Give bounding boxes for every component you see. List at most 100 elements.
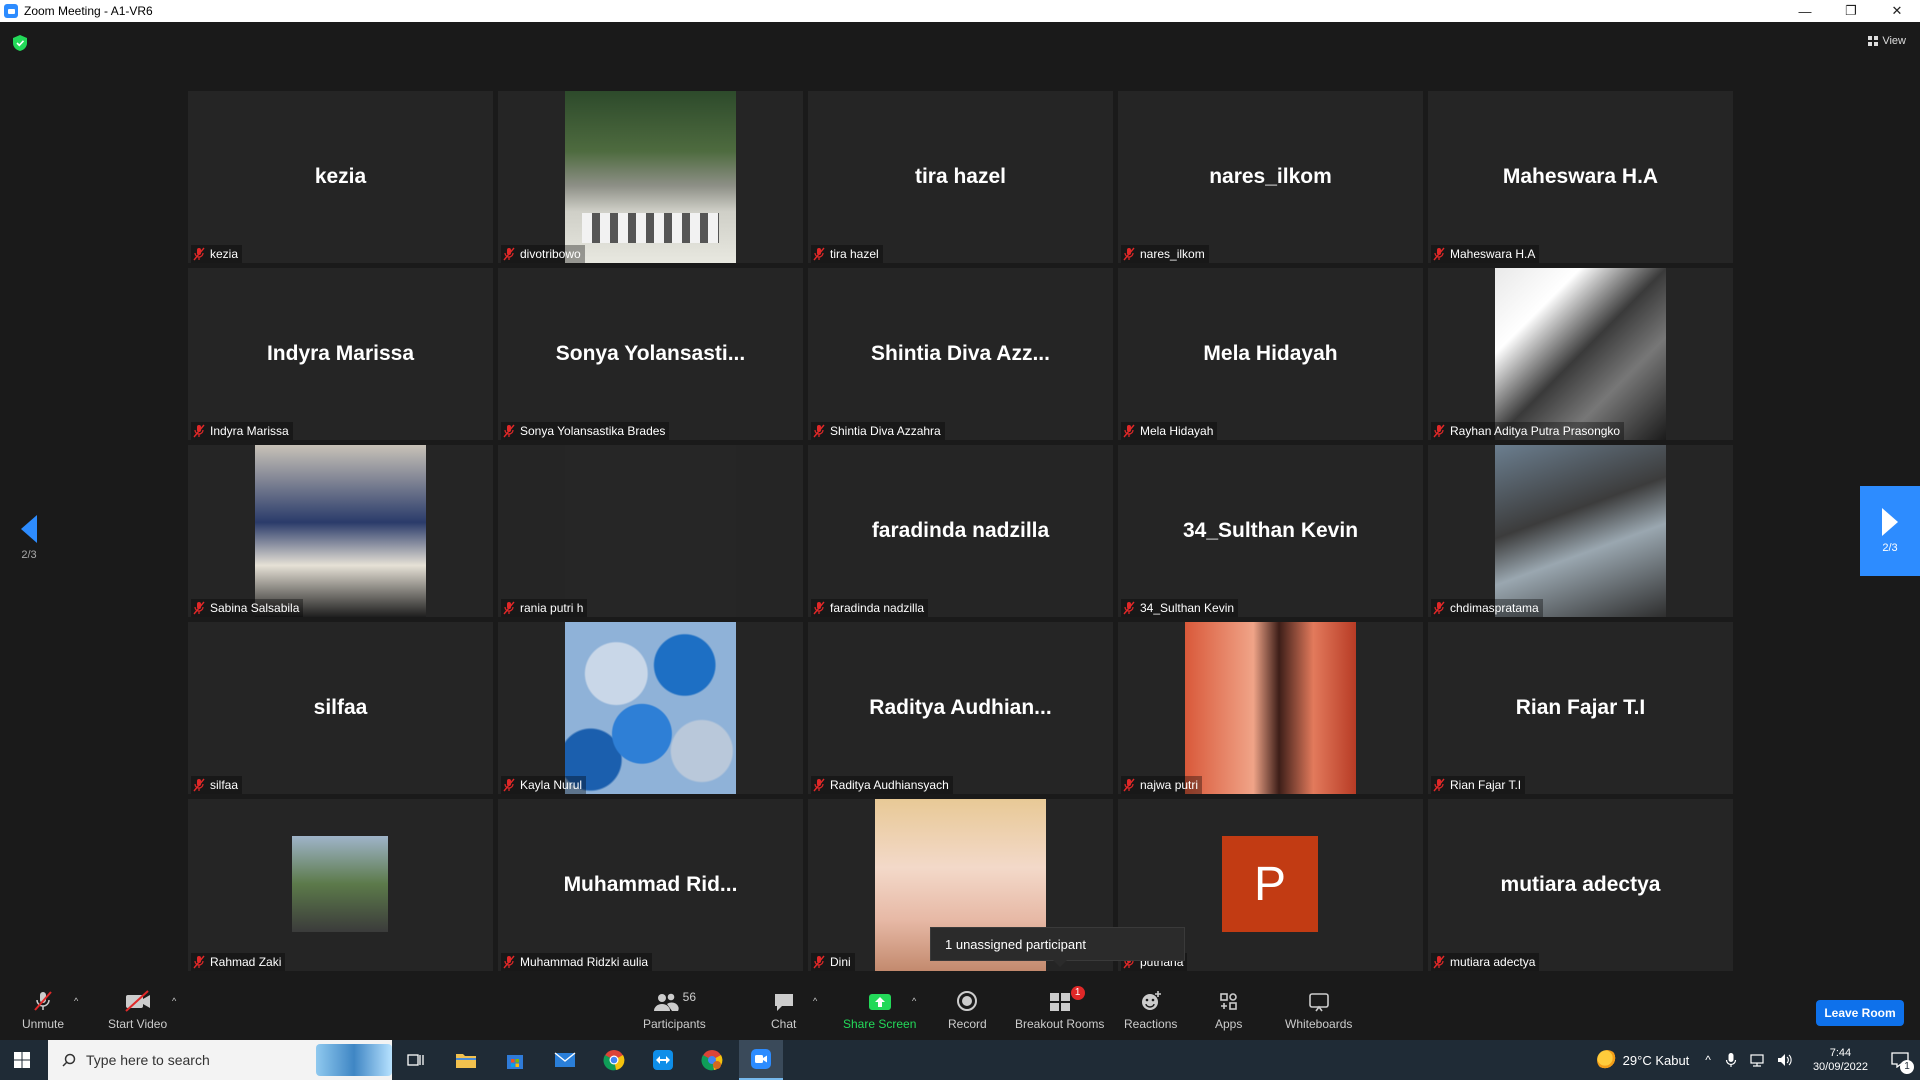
chat-options-caret[interactable]: ^ bbox=[813, 996, 817, 1006]
participant-tile[interactable]: nares_ilkom nares_ilkom bbox=[1118, 91, 1423, 263]
close-button[interactable]: ✕ bbox=[1874, 0, 1920, 22]
weather-text[interactable]: 29°C Kabut bbox=[1623, 1053, 1690, 1068]
participant-name: Sabina Salsabila bbox=[210, 601, 300, 615]
window-titlebar: Zoom Meeting - A1-VR6 — ❐ ✕ bbox=[0, 0, 1920, 22]
whiteboards-button[interactable]: Whiteboards bbox=[1285, 990, 1352, 1031]
reactions-label: Reactions bbox=[1124, 1017, 1178, 1031]
participant-tile[interactable]: Maheswara H.A Maheswara H.A bbox=[1428, 91, 1733, 263]
participant-video bbox=[255, 445, 426, 617]
file-explorer-icon[interactable] bbox=[444, 1040, 488, 1080]
participant-tile[interactable]: kezia kezia bbox=[188, 91, 493, 263]
mail-icon[interactable] bbox=[543, 1040, 587, 1080]
weather-icon[interactable] bbox=[1596, 1050, 1617, 1070]
view-button-label: View bbox=[1882, 35, 1906, 47]
participant-tile[interactable]: Sonya Yolansasti... Sonya Yolansastika Br… bbox=[498, 268, 803, 440]
chrome-icon[interactable] bbox=[592, 1040, 636, 1080]
participant-name-label: Raditya Audhiansyach bbox=[811, 776, 953, 794]
audio-options-caret[interactable]: ^ bbox=[74, 996, 78, 1006]
participant-tile[interactable]: Kayla Nurul bbox=[498, 622, 803, 794]
muted-mic-icon bbox=[503, 247, 515, 261]
teamviewer-icon[interactable] bbox=[641, 1040, 685, 1080]
participant-tile[interactable]: chdimaspratama bbox=[1428, 445, 1733, 617]
participant-tile[interactable]: najwa putri bbox=[1118, 622, 1423, 794]
muted-mic-icon bbox=[193, 955, 205, 969]
breakout-rooms-label: Breakout Rooms bbox=[1015, 1017, 1105, 1031]
search-highlight-image bbox=[316, 1044, 392, 1076]
chat-label: Chat bbox=[771, 1017, 797, 1031]
participant-tile[interactable]: 34_Sulthan Kevin 34_Sulthan Kevin bbox=[1118, 445, 1423, 617]
participant-name: najwa putri bbox=[1140, 778, 1199, 792]
taskbar-clock[interactable]: 7:44 30/09/2022 bbox=[1813, 1046, 1868, 1074]
microsoft-store-icon[interactable] bbox=[493, 1040, 537, 1080]
participant-tile[interactable]: Rian Fajar T.I Rian Fajar T.I bbox=[1428, 622, 1733, 794]
next-page-button[interactable]: 2/3 bbox=[1860, 486, 1920, 576]
participant-name: Mela Hidayah bbox=[1140, 424, 1214, 438]
participant-name-label: Rian Fajar T.I bbox=[1431, 776, 1526, 794]
participant-display-name: mutiara adectya bbox=[1500, 873, 1661, 896]
restore-button[interactable]: ❐ bbox=[1828, 0, 1874, 22]
breakout-rooms-button[interactable]: 1 Breakout Rooms bbox=[1015, 986, 1105, 1031]
share-options-caret[interactable]: ^ bbox=[912, 996, 916, 1006]
participant-name-label: rania putri h bbox=[501, 599, 588, 617]
reactions-button[interactable]: Reactions bbox=[1124, 990, 1177, 1031]
participant-tile[interactable]: Raditya Audhian... Raditya Audhiansyach bbox=[808, 622, 1113, 794]
participant-name: silfaa bbox=[210, 778, 239, 792]
participant-tile[interactable]: mutiara adectya mutiara adectya bbox=[1428, 799, 1733, 971]
chat-button[interactable]: Chat bbox=[771, 990, 796, 1031]
participant-tile[interactable]: tira hazel tira hazel bbox=[808, 91, 1113, 263]
taskbar-search-box[interactable]: Type here to search bbox=[48, 1040, 392, 1080]
reactions-icon bbox=[1140, 990, 1162, 1012]
participant-name-label: Sabina Salsabila bbox=[191, 599, 304, 617]
participant-display-name: Raditya Audhian... bbox=[869, 696, 1052, 719]
volume-icon[interactable] bbox=[1777, 1053, 1793, 1067]
participant-tile[interactable]: rania putri h bbox=[498, 445, 803, 617]
muted-mic-icon bbox=[32, 990, 54, 1012]
muted-mic-icon bbox=[1433, 424, 1445, 438]
previous-page-button[interactable]: 2/3 bbox=[18, 515, 40, 561]
participant-display-name: tira hazel bbox=[914, 165, 1007, 188]
participant-tile[interactable]: divotribowo bbox=[498, 91, 803, 263]
record-icon bbox=[956, 990, 978, 1012]
minimize-button[interactable]: — bbox=[1782, 0, 1828, 22]
participant-video bbox=[1185, 622, 1356, 794]
microphone-icon[interactable] bbox=[1725, 1052, 1737, 1068]
zoom-taskbar-icon[interactable] bbox=[739, 1040, 783, 1080]
participant-tile[interactable]: Mela Hidayah Mela Hidayah bbox=[1118, 268, 1423, 440]
participant-tile[interactable]: Rahmad Zaki bbox=[188, 799, 493, 971]
participant-tile[interactable]: Rayhan Aditya Putra Prasongko bbox=[1428, 268, 1733, 440]
participants-label: Participants bbox=[643, 1017, 706, 1031]
participants-button[interactable]: 56 Participants bbox=[643, 990, 706, 1031]
participant-tile[interactable]: Indyra Marissa Indyra Marissa bbox=[188, 268, 493, 440]
participant-name: Maheswara H.A bbox=[1450, 247, 1536, 261]
participant-name-label: Rahmad Zaki bbox=[191, 953, 286, 971]
record-button[interactable]: Record bbox=[948, 990, 987, 1031]
record-label: Record bbox=[948, 1017, 987, 1031]
apps-button[interactable]: Apps bbox=[1215, 990, 1242, 1031]
notification-center-button[interactable]: 1 bbox=[1880, 1040, 1920, 1080]
participant-tile[interactable]: faradinda nadzilla faradinda nadzilla bbox=[808, 445, 1113, 617]
start-video-button[interactable]: Start Video bbox=[108, 990, 167, 1031]
chrome-profile-icon[interactable] bbox=[690, 1040, 734, 1080]
leave-room-label: Leave Room bbox=[1824, 1006, 1896, 1020]
muted-mic-icon bbox=[193, 247, 205, 261]
participant-tile[interactable]: Shintia Diva Azz... Shintia Diva Azzahra bbox=[808, 268, 1113, 440]
network-icon[interactable] bbox=[1749, 1053, 1765, 1067]
muted-mic-icon bbox=[1123, 601, 1135, 615]
encryption-shield-icon[interactable] bbox=[13, 35, 27, 51]
task-view-icon[interactable] bbox=[394, 1040, 438, 1080]
participant-tile[interactable]: Muhammad Rid... Muhammad Ridzki aulia bbox=[498, 799, 803, 971]
chat-icon bbox=[773, 990, 795, 1012]
unmute-button[interactable]: Unmute bbox=[22, 990, 64, 1031]
video-options-caret[interactable]: ^ bbox=[172, 996, 176, 1006]
participant-video bbox=[565, 91, 736, 263]
participant-tile[interactable]: silfaa silfaa bbox=[188, 622, 493, 794]
show-hidden-icons-chevron-icon[interactable]: ^ bbox=[1705, 1053, 1711, 1067]
leave-room-button[interactable]: Leave Room bbox=[1816, 1000, 1904, 1026]
view-button[interactable]: View bbox=[1868, 35, 1906, 47]
participant-name: Rahmad Zaki bbox=[210, 955, 282, 969]
share-screen-button[interactable]: Share Screen bbox=[843, 990, 916, 1031]
windows-start-icon[interactable] bbox=[14, 1052, 30, 1068]
muted-mic-icon bbox=[1433, 778, 1445, 792]
page-indicator-left: 2/3 bbox=[21, 549, 37, 561]
participant-tile[interactable]: Sabina Salsabila bbox=[188, 445, 493, 617]
